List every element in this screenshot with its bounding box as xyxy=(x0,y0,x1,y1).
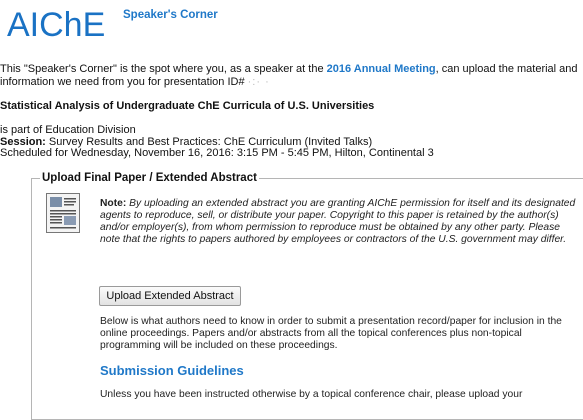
intro-text-line2: information we need from you for present… xyxy=(0,76,248,88)
upload-extended-abstract-button[interactable]: Upload Extended Abstract xyxy=(99,286,241,306)
note-label: Note: xyxy=(100,198,127,209)
session-name: Survey Results and Best Practices: ChE C… xyxy=(45,135,373,148)
submission-guidelines-text: Unless you have been instructed otherwis… xyxy=(100,389,523,400)
aiche-logo[interactable]: AIChE xyxy=(7,8,105,42)
schedule-line: Scheduled for Wednesday, November 16, 20… xyxy=(0,147,434,159)
annual-meeting-link[interactable]: 2016 Annual Meeting xyxy=(327,63,436,75)
presentation-title: Statistical Analysis of Undergraduate Ch… xyxy=(0,100,375,112)
document-icon xyxy=(46,193,80,233)
intro-text-end: , can upload the material and xyxy=(435,63,578,75)
presentation-info: is part of Education Division Session: S… xyxy=(0,124,434,160)
copyright-note: Note: By uploading an extended abstract … xyxy=(100,198,578,246)
speakers-corner-title: Speaker's Corner xyxy=(123,9,218,21)
proceedings-info-text: Below is what authors need to know in or… xyxy=(100,316,562,351)
intro-text-start: This "Speaker's Corner" is the spot wher… xyxy=(0,63,327,75)
submission-guidelines-heading: Submission Guidelines xyxy=(100,363,244,378)
upload-legend: Upload Final Paper / Extended Abstract xyxy=(40,172,259,184)
note-text: By uploading an extended abstract you ar… xyxy=(100,198,576,245)
presentation-id: ·:· · xyxy=(247,76,270,88)
intro-text: This "Speaker's Corner" is the spot wher… xyxy=(0,63,583,89)
session-label: Session: xyxy=(0,135,46,148)
